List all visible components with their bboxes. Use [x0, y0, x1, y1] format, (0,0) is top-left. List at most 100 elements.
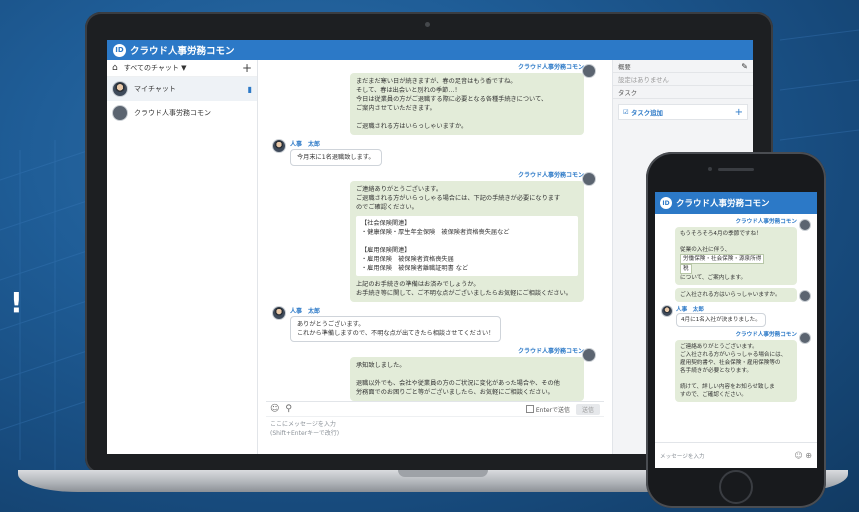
message-bubble: ご連絡ありがとうございます。 ご入社される方がいらっしゃる場合には、 雇用契約書…	[675, 340, 797, 402]
message-input-placeholder: ここにメッセージを入力	[270, 421, 336, 428]
message-bubble: 承知致しました。 退職以外でも、会社や従業員の方のご状況に変化があった場合や、そ…	[350, 357, 584, 401]
message-line: まだまだ寒い日が続きますが、春の足音はもう香ですね。	[356, 78, 517, 85]
plus-icon[interactable]: +	[735, 107, 743, 118]
message-sender: クラウド人事労務コモン	[735, 219, 797, 225]
message-sender: 人事 太郎	[676, 307, 704, 313]
emoji-icon[interactable]: ☺	[270, 404, 279, 414]
message-bubble: ご連絡ありがとうございます。 ご退職される方がいらっしゃる場合には、下記の手続き…	[350, 181, 584, 302]
task-checkbox-icon: ☑	[623, 108, 631, 116]
message-sender: クラウド人事労務コモン	[517, 348, 584, 355]
avatar	[582, 172, 596, 186]
procedure-line: 【雇用保険関連】	[361, 247, 411, 254]
composer-toolbar: ☺ ⚲ Enterで送信 送信	[266, 402, 604, 417]
message-sender: クラウド人事労務コモン	[735, 332, 797, 338]
enter-to-send-checkbox[interactable]: Enterで送信	[525, 405, 570, 414]
sidebar-item-label: クラウド人事労務コモン	[134, 109, 211, 117]
message-line	[356, 370, 578, 379]
sidebar-item-label: マイチャット	[134, 85, 176, 93]
message-line: ご退職される方がいらっしゃる場合には、下記の手続きが必要になります	[356, 195, 561, 202]
message-user: 人事 太郎 今月末に1名退職致します。	[272, 139, 602, 166]
message-sender: クラウド人事労務コモン	[517, 64, 584, 71]
message-bot: クラウド人事労務コモン まだまだ寒い日が続きますが、春の足音はもう香ですね。 そ…	[272, 62, 602, 135]
app-header: ID クラウド人事労務コモン	[107, 40, 753, 60]
avatar	[272, 306, 286, 320]
message-line: すので、ご確認ください。	[680, 392, 747, 398]
sidebar-item-cloud-jinji[interactable]: クラウド人事労務コモン	[107, 101, 257, 125]
message-line: ご案内させていただきます。	[356, 105, 436, 112]
procedure-line: ・雇用保険 被保険者資格喪失届	[361, 256, 454, 263]
message-line: のでご確認ください。	[356, 204, 418, 211]
avatar	[661, 305, 673, 317]
message-line	[680, 375, 792, 383]
avatar	[582, 348, 596, 362]
message-line: 続けて、詳しい内容をお知らせ致しま	[680, 384, 775, 390]
send-button[interactable]: 送信	[575, 403, 600, 415]
message-sender: 人事 太郎	[290, 308, 321, 315]
message-line: 今日は従業員の方がご退職する際に必要となる各種手続きについて、	[356, 96, 548, 103]
avatar	[112, 105, 128, 121]
smartphone: ID クラウド人事労務コモン クラウド人事労務コモン もうそろそろ4月の季節です…	[646, 152, 826, 508]
message-bubble: 4月に1名入社が決まりました。	[676, 313, 766, 327]
message-line: 労務面でのお困りごと等がございましたら、お気軽にご相談ください。	[356, 389, 554, 396]
message-line: もうそろそろ4月の季節ですね！	[680, 231, 762, 237]
laptop-notch	[398, 470, 488, 477]
attach-icon[interactable]: ⚲	[285, 404, 292, 414]
message-user: 人事 太郎 4月に1名入社が決まりました。	[661, 305, 811, 327]
pin-icon[interactable]: ▮	[248, 85, 252, 94]
app-title: クラウド人事労務コモン	[130, 46, 235, 57]
message-sender: 人事 太郎	[290, 141, 321, 148]
message-bot: ご入社される方はいらっしゃいますか。	[661, 288, 811, 302]
message-line	[680, 238, 792, 246]
message-line: 雇用契約書や、社会保険・雇用保険等の	[680, 360, 781, 366]
checkbox-icon[interactable]	[525, 405, 534, 413]
summary-header: 概要 ✎	[613, 60, 753, 73]
message-bot: クラウド人事労務コモン もうそろそろ4月の季節ですね！ 従業の入社に伴う、 労働…	[661, 217, 811, 285]
chat-area: クラウド人事労務コモン まだまだ寒い日が続きますが、春の足音はもう香ですね。 そ…	[258, 60, 612, 454]
message-bubble: ご入社される方はいらっしゃいますか。	[675, 288, 797, 302]
phone-message-input[interactable]: メッセージを入力 ☺ ⊕	[655, 442, 817, 468]
message-input-hint: (Shift+Enterキーで改行)	[270, 430, 340, 437]
add-task-button[interactable]: ☑ タスク追加 +	[618, 104, 748, 120]
message-line: そして、春は出会いと別れの季節…！	[356, 87, 461, 94]
message-bubble: もうそろそろ4月の季節ですね！ 従業の入社に伴う、 労働保険・社会保険・源泉所得…	[675, 227, 797, 285]
message-line: 各手続きが必要となります。	[680, 368, 752, 374]
message-line: について、ご案内します。	[680, 275, 747, 281]
message-line: ご退職される方はいらっしゃいますか。	[356, 123, 468, 130]
chat-filter-dropdown[interactable]: すべてのチャット ▼	[124, 63, 242, 73]
message-line: ご連絡ありがとうございます。	[356, 186, 443, 193]
home-icon[interactable]: ⌂	[112, 63, 118, 73]
add-chat-button[interactable]: +	[242, 61, 252, 75]
message-line	[356, 113, 578, 122]
enter-to-send-label: Enterで送信	[535, 406, 570, 414]
sidebar: ⌂ すべてのチャット ▼ + マイチャット ▮ クラウド人事労務コモン	[107, 60, 258, 454]
phone-input-placeholder: メッセージを入力	[660, 453, 705, 460]
sidebar-item-mychat[interactable]: マイチャット ▮	[107, 77, 257, 101]
message-line: ご連絡ありがとうございます。	[680, 344, 758, 350]
message-user: 人事 太郎 ありがとうございます。 これから準備しますので、不明な点が出てきたら…	[272, 306, 602, 342]
message-line: ありがとうございます。	[297, 321, 365, 328]
procedure-line: ・健康保険・厚生年金保険 被保険者資格喪失届など	[361, 229, 510, 236]
message-composer: ☺ ⚲ Enterで送信 送信 ここにメッセージを入力 (Shift+Enter…	[266, 401, 604, 450]
app-logo-icon: ID	[660, 197, 672, 209]
avatar	[582, 64, 596, 78]
laptop-camera	[425, 22, 430, 27]
phone-home-button[interactable]	[719, 470, 753, 504]
procedure-line: 【社会保険関連】	[361, 220, 411, 227]
message-bot: クラウド人事労務コモン 承知致しました。 退職以外でも、会社や従業員の方のご状況…	[272, 346, 602, 401]
app-logo-icon: ID	[113, 43, 126, 57]
add-task-label: タスク追加	[630, 108, 663, 117]
message-list: クラウド人事労務コモン まだまだ寒い日が続きますが、春の足音はもう香ですね。 そ…	[258, 60, 612, 401]
message-line: 従業の入社に伴う、	[680, 247, 731, 253]
message-line: お手続き等に関して、ご不明な点がございましたらお気軽にご相談ください。	[356, 290, 572, 297]
message-line: ご入社される方がいらっしゃる場合には、	[680, 352, 787, 358]
message-input[interactable]: ここにメッセージを入力 (Shift+Enterキーで改行)	[266, 417, 604, 438]
phone-speaker	[718, 168, 754, 171]
message-sender: クラウド人事労務コモン	[517, 172, 584, 179]
phone-input-icons[interactable]: ☺ ⊕	[794, 451, 812, 460]
message-bot: クラウド人事労務コモン ご連絡ありがとうございます。 ご退職される方がいらっしゃ…	[272, 170, 602, 302]
summary-label: 概要	[618, 62, 631, 71]
phone-screen: ID クラウド人事労務コモン クラウド人事労務コモン もうそろそろ4月の季節です…	[655, 192, 817, 468]
edit-icon[interactable]: ✎	[741, 62, 748, 71]
avatar	[799, 219, 811, 231]
highlight-text: 税	[680, 264, 692, 274]
